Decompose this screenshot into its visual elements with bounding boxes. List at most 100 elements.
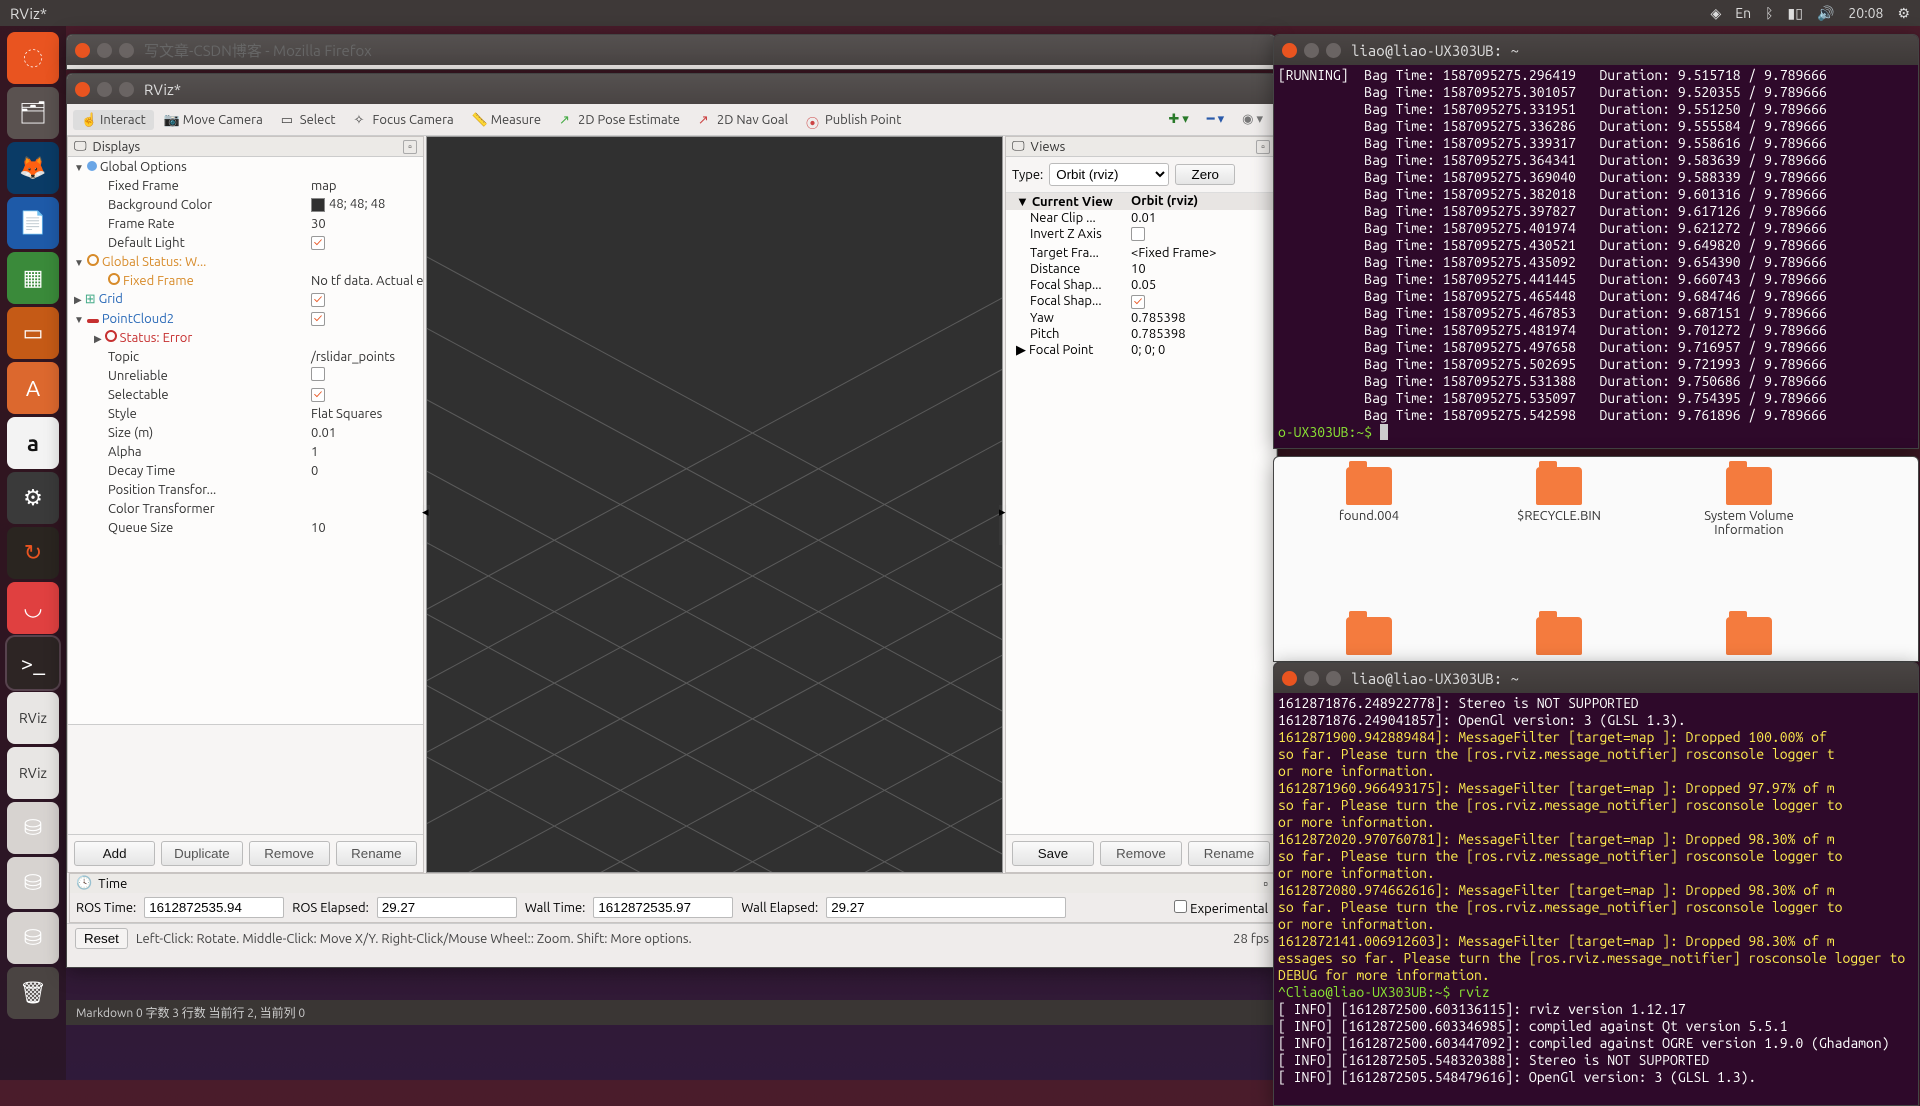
move-camera-button[interactable]: 📷Move Camera (156, 110, 271, 130)
maximize-icon[interactable] (119, 43, 134, 58)
launcher-drive-3[interactable]: ⛁ (7, 912, 59, 964)
lang-indicator[interactable]: En (1735, 5, 1751, 21)
panel-close-icon[interactable]: ▫ (403, 140, 417, 154)
launcher-updater[interactable]: ↻ (7, 527, 59, 579)
viewport-3d[interactable]: ◂ ▸ (426, 136, 1003, 873)
displays-icon: 🖵 (74, 139, 87, 154)
minimize-icon[interactable] (97, 43, 112, 58)
measure-button[interactable]: 📏Measure (464, 110, 549, 130)
wall-elapsed-input[interactable] (826, 897, 1066, 918)
publish-point-button[interactable]: ⦿Publish Point (798, 110, 909, 130)
displays-tree[interactable]: ▼ Global Options Fixed Framemap Backgrou… (68, 157, 423, 724)
launcher-trash[interactable]: 🗑 (7, 967, 59, 1019)
rename-button[interactable]: Rename (1188, 841, 1270, 866)
checkbox[interactable] (1131, 227, 1145, 241)
close-icon[interactable] (75, 82, 90, 97)
splitter-right[interactable]: ▸ (999, 505, 1007, 545)
term-top-body[interactable]: [RUNNING] Bag Time: 1587095275.296419 Du… (1274, 65, 1918, 443)
views-panel: 🖵Views▫ Type: Orbit (rviz) Zero ▼ Curren… (1005, 136, 1277, 873)
ros-time-label: ROS Time: (76, 901, 136, 915)
minimize-icon[interactable] (1304, 671, 1319, 686)
wall-time-input[interactable] (593, 897, 733, 918)
wifi-icon[interactable]: ◈ (1711, 5, 1722, 22)
bluetooth-icon[interactable]: ᛒ (1765, 5, 1773, 21)
terminal-bottom[interactable]: liao@liao-UX303UB: ~ 1612871876.24892277… (1273, 662, 1919, 1106)
launcher-amazon[interactable]: a (7, 417, 59, 469)
firefox-window[interactable]: 写文章-CSDN博客 - Mozilla Firefox (66, 34, 1276, 70)
launcher-writer[interactable]: 📄 (7, 197, 59, 249)
files-window[interactable]: found.004 $RECYCLE.BIN System Volume Infor… (1273, 456, 1919, 662)
launcher-terminal[interactable]: >_ (7, 637, 59, 689)
select-icon: ▭ (281, 113, 295, 127)
folder-item[interactable]: $RECYCLE.BIN (1504, 467, 1614, 537)
launcher-impress[interactable]: ▭ (7, 307, 59, 359)
launcher-drive-2[interactable]: ⛁ (7, 857, 59, 909)
launcher-firefox[interactable]: 🦊 (7, 142, 59, 194)
save-button[interactable]: Save (1012, 841, 1094, 866)
close-icon[interactable] (1282, 671, 1297, 686)
folder-item[interactable]: 系统+软件安装包 (1694, 617, 1804, 662)
sound-icon[interactable]: 🔊 (1817, 5, 1834, 22)
interact-button[interactable]: ☝Interact (73, 110, 154, 130)
close-icon[interactable] (1282, 43, 1297, 58)
checkbox[interactable] (311, 388, 325, 402)
checkbox[interactable] (311, 367, 325, 381)
rename-button[interactable]: Rename (336, 841, 417, 866)
splitter-left[interactable]: ◂ (422, 505, 430, 545)
minimize-icon[interactable] (97, 82, 112, 97)
launcher-files[interactable]: 🗂 (7, 87, 59, 139)
close-icon[interactable] (75, 43, 90, 58)
folder-item[interactable]: 学习资料 (1504, 617, 1614, 662)
views-tree[interactable]: ▼ Current ViewOrbit (rviz) Near Clip ...… (1006, 193, 1276, 834)
maximize-icon[interactable] (1326, 671, 1341, 686)
checkbox[interactable] (311, 312, 325, 326)
launcher-rviz-2[interactable]: RViz (7, 747, 59, 799)
launcher-rviz[interactable]: RViz (7, 692, 59, 744)
terminal-top[interactable]: liao@liao-UX303UB: ~ [RUNNING] Bag Time:… (1273, 34, 1919, 449)
checkbox[interactable] (311, 236, 325, 250)
view-type-select[interactable]: Orbit (rviz) (1049, 163, 1169, 186)
select-button[interactable]: ▭Select (273, 110, 344, 130)
remove-button[interactable]: Remove (1100, 841, 1182, 866)
folder-label: System Volume Information (1694, 509, 1804, 537)
launcher-calc[interactable]: ▦ (7, 252, 59, 304)
checkbox[interactable] (1131, 295, 1145, 309)
term-top-title: liao@liao-UX303UB: ~ (1351, 42, 1519, 59)
launcher-dash[interactable]: ◌ (7, 32, 59, 84)
ros-elapsed-input[interactable] (377, 897, 517, 918)
panel-close-icon[interactable]: ▫ (1256, 140, 1270, 154)
checkbox[interactable] (311, 293, 325, 307)
nav-goal-button[interactable]: ↗2D Nav Goal (690, 110, 796, 130)
battery-icon[interactable]: ▮▯ (1788, 5, 1803, 22)
launcher-pdf[interactable]: ◡ (7, 582, 59, 634)
term-bot-body[interactable]: 1612871876.248922778]: Stereo is NOT SUP… (1274, 693, 1918, 1088)
gear-icon[interactable]: ⚙ (1897, 5, 1910, 22)
launcher-drive-1[interactable]: ⛁ (7, 802, 59, 854)
duplicate-button[interactable]: Duplicate (161, 841, 242, 866)
launcher-software[interactable]: A (7, 362, 59, 414)
view-tool[interactable]: ◉ ▾ (1234, 109, 1271, 130)
minimize-icon[interactable] (1304, 43, 1319, 58)
plus-tool[interactable]: ✚ ▾ (1160, 109, 1196, 130)
panel-close-icon[interactable]: ▫ (1263, 876, 1268, 891)
folder-icon (1536, 467, 1582, 505)
ros-elapsed-label: ROS Elapsed: (292, 901, 369, 915)
add-button[interactable]: Add (74, 841, 155, 866)
ros-time-input[interactable] (144, 897, 284, 918)
reset-button[interactable]: Reset (75, 928, 128, 949)
launcher-settings[interactable]: ⚙ (7, 472, 59, 524)
zero-button[interactable]: Zero (1175, 164, 1235, 185)
remove-button[interactable]: Remove (249, 841, 330, 866)
experimental-checkbox[interactable] (1174, 900, 1187, 913)
clock[interactable]: 20:08 (1848, 5, 1883, 21)
maximize-icon[interactable] (1326, 43, 1341, 58)
focus-camera-button[interactable]: ✧Focus Camera (346, 110, 462, 130)
folder-icon (1346, 467, 1392, 505)
color-swatch[interactable] (311, 198, 325, 212)
folder-item[interactable]: 主机原有资料 (1314, 617, 1424, 662)
maximize-icon[interactable] (119, 82, 134, 97)
minus-tool[interactable]: ━ ▾ (1199, 109, 1232, 130)
folder-item[interactable]: System Volume Information (1694, 467, 1804, 537)
pose-estimate-button[interactable]: ↗2D Pose Estimate (551, 110, 688, 130)
folder-item[interactable]: found.004 (1314, 467, 1424, 537)
